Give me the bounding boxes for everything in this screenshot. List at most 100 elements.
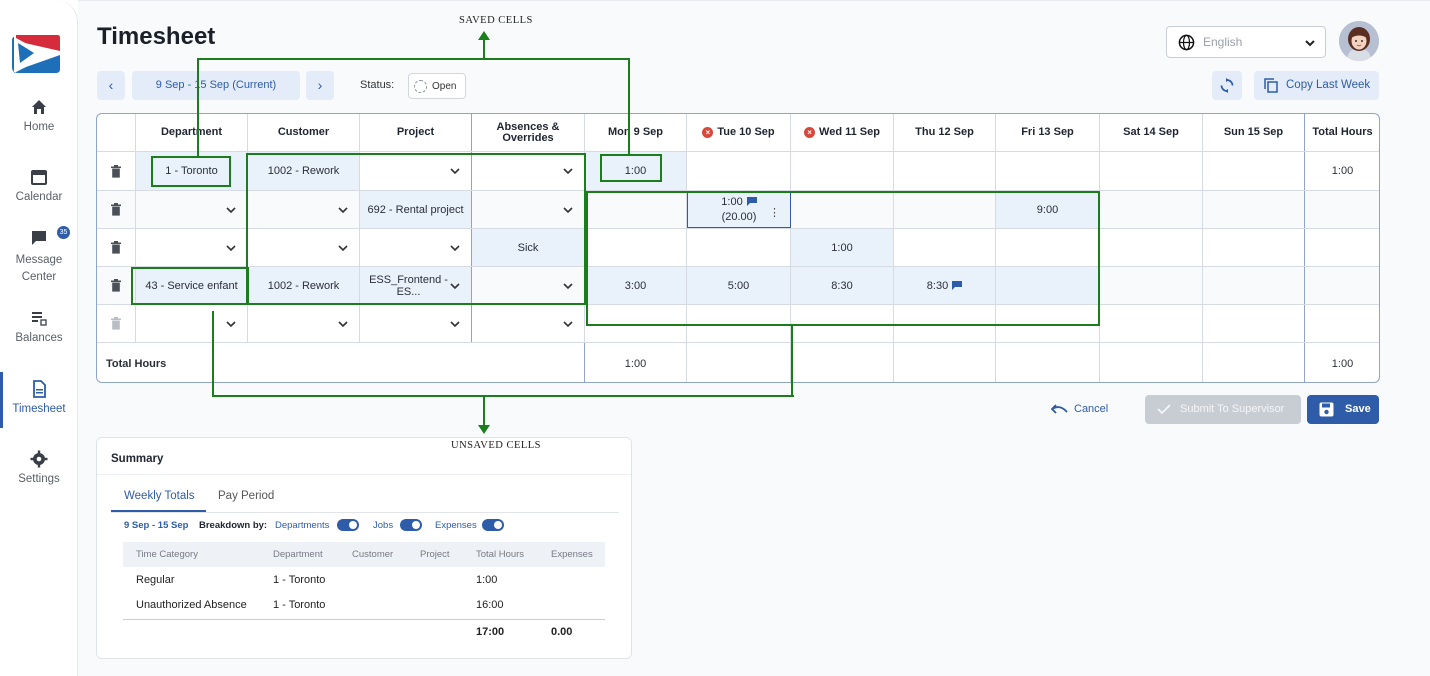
row-total-cell[interactable]: 1:00 bbox=[1305, 152, 1379, 190]
balances-icon bbox=[32, 312, 47, 326]
company-logo bbox=[12, 35, 60, 73]
nav-timesheet-label: Timesheet bbox=[12, 403, 66, 415]
department-select[interactable] bbox=[136, 229, 248, 266]
saved-fields-box bbox=[246, 153, 586, 305]
row-total-cell[interactable] bbox=[1305, 229, 1379, 266]
tab-weekly-totals[interactable]: Weekly Totals bbox=[124, 490, 195, 502]
col-header-label: Mon 9 Sep bbox=[607, 126, 663, 138]
chevron-down-icon bbox=[450, 320, 460, 327]
chevron-down-icon bbox=[563, 320, 573, 327]
col-header: Project bbox=[360, 114, 472, 151]
connector-line bbox=[212, 395, 794, 397]
grand-total-cell: 1:00 bbox=[1305, 343, 1379, 382]
hours-cell[interactable] bbox=[1100, 229, 1203, 266]
connector-line bbox=[197, 59, 199, 156]
nav-settings[interactable]: Settings bbox=[0, 450, 78, 485]
hours-cell[interactable] bbox=[1203, 305, 1305, 342]
col-header: Department bbox=[136, 114, 248, 151]
cancel-button[interactable]: Cancel bbox=[1051, 403, 1108, 415]
hours-cell[interactable] bbox=[791, 152, 894, 190]
col-project: Project bbox=[420, 549, 450, 560]
nav-home-label: Home bbox=[23, 121, 55, 133]
delete-row-button[interactable] bbox=[97, 152, 136, 190]
hours-cell[interactable] bbox=[1203, 267, 1305, 304]
toggle-departments[interactable] bbox=[337, 519, 359, 531]
error-icon: × bbox=[702, 127, 714, 138]
hours-cell[interactable] bbox=[1203, 152, 1305, 190]
chevron-down-icon bbox=[226, 244, 236, 251]
arrow-down-icon bbox=[478, 425, 490, 434]
nav-message-center[interactable]: 35 Message Center bbox=[0, 226, 78, 286]
summary-total-expenses: 0.00 bbox=[551, 626, 573, 638]
avatar[interactable] bbox=[1339, 21, 1379, 61]
save-button[interactable]: Save bbox=[1307, 395, 1379, 424]
delete-row-button[interactable] bbox=[97, 191, 136, 228]
copy-last-week-label: Copy Last Week bbox=[1286, 79, 1371, 91]
day-total-cell bbox=[1100, 343, 1203, 382]
home-icon bbox=[32, 100, 46, 114]
message-icon bbox=[32, 231, 46, 245]
absence-select[interactable] bbox=[472, 305, 585, 342]
prev-week-button[interactable]: ‹ bbox=[97, 71, 125, 100]
period-selector[interactable]: 9 Sep - 15 Sep (Current) bbox=[132, 71, 300, 100]
connector-line bbox=[791, 326, 793, 397]
row-total-cell[interactable] bbox=[1305, 305, 1379, 342]
col-header-label: Total Hours bbox=[1312, 126, 1373, 138]
hours-cell[interactable] bbox=[1100, 152, 1203, 190]
hours-cell[interactable] bbox=[1203, 191, 1305, 228]
nav-timesheet[interactable]: Timesheet bbox=[0, 372, 78, 428]
next-week-button[interactable]: › bbox=[306, 71, 334, 100]
col-time-category: Time Category bbox=[136, 549, 198, 560]
arrow-up-icon bbox=[478, 31, 490, 40]
customer-select[interactable] bbox=[248, 305, 360, 342]
delete-row-button[interactable] bbox=[97, 229, 136, 266]
project-select[interactable] bbox=[360, 305, 472, 342]
sidebar: Home Calendar 35 Message Center Balances… bbox=[0, 0, 78, 676]
nav-balances[interactable]: Balances bbox=[0, 309, 78, 344]
delete-row-button[interactable] bbox=[97, 305, 136, 342]
summary-total-divider bbox=[123, 619, 605, 620]
gear-icon bbox=[30, 450, 48, 468]
row-total-cell[interactable] bbox=[1305, 267, 1379, 304]
summary-row-department: 1 - Toronto bbox=[273, 599, 326, 611]
hours-cell[interactable] bbox=[1100, 267, 1203, 304]
hours-cell[interactable] bbox=[687, 152, 791, 190]
nav-home[interactable]: Home bbox=[0, 98, 78, 133]
row-total-cell[interactable] bbox=[1305, 191, 1379, 228]
nav-calendar[interactable]: Calendar bbox=[0, 168, 78, 203]
grid-header-row: Department Customer Project Absences & Over… bbox=[97, 114, 1379, 152]
tab-pay-period[interactable]: Pay Period bbox=[218, 490, 274, 502]
globe-icon bbox=[1178, 34, 1195, 51]
hours-cell[interactable] bbox=[1100, 305, 1203, 342]
hours-cell[interactable] bbox=[1203, 229, 1305, 266]
summary-range: 9 Sep - 15 Sep bbox=[124, 520, 189, 531]
language-select[interactable]: English bbox=[1166, 26, 1326, 58]
col-expenses: Expenses bbox=[551, 549, 593, 560]
toggle-jobs[interactable] bbox=[400, 519, 422, 531]
col-header-label: Tue 10 Sep bbox=[717, 126, 775, 138]
submit-to-supervisor-button[interactable]: Submit To Supervisor bbox=[1145, 395, 1301, 424]
calendar-icon bbox=[31, 170, 47, 185]
copy-last-week-button[interactable]: Copy Last Week bbox=[1254, 71, 1379, 100]
grand-total-cell-value: 1:00 bbox=[1331, 357, 1354, 370]
trash-icon bbox=[111, 203, 121, 216]
saved-cells-annotation: SAVED CELLS bbox=[459, 15, 533, 26]
col-header: Absences & Overrides bbox=[472, 114, 585, 151]
col-header-label: Project bbox=[396, 126, 435, 138]
toggle-expenses[interactable] bbox=[482, 519, 504, 531]
day-total-cell bbox=[791, 343, 894, 382]
refresh-button[interactable] bbox=[1212, 71, 1242, 100]
department-select[interactable] bbox=[136, 191, 248, 228]
col-header: Sun 15 Sep bbox=[1203, 114, 1305, 151]
trash-icon bbox=[111, 164, 121, 178]
trash-icon bbox=[111, 279, 121, 292]
hours-cell[interactable] bbox=[1100, 191, 1203, 228]
summary-row-hours: 16:00 bbox=[476, 599, 504, 611]
hours-cell[interactable] bbox=[996, 152, 1100, 190]
connector-line bbox=[483, 39, 485, 59]
col-header-label: Sun 15 Sep bbox=[1223, 126, 1284, 138]
undo-icon bbox=[1051, 404, 1068, 414]
col-header: Thu 12 Sep bbox=[894, 114, 996, 151]
department-select[interactable] bbox=[136, 305, 248, 342]
hours-cell[interactable] bbox=[894, 152, 996, 190]
